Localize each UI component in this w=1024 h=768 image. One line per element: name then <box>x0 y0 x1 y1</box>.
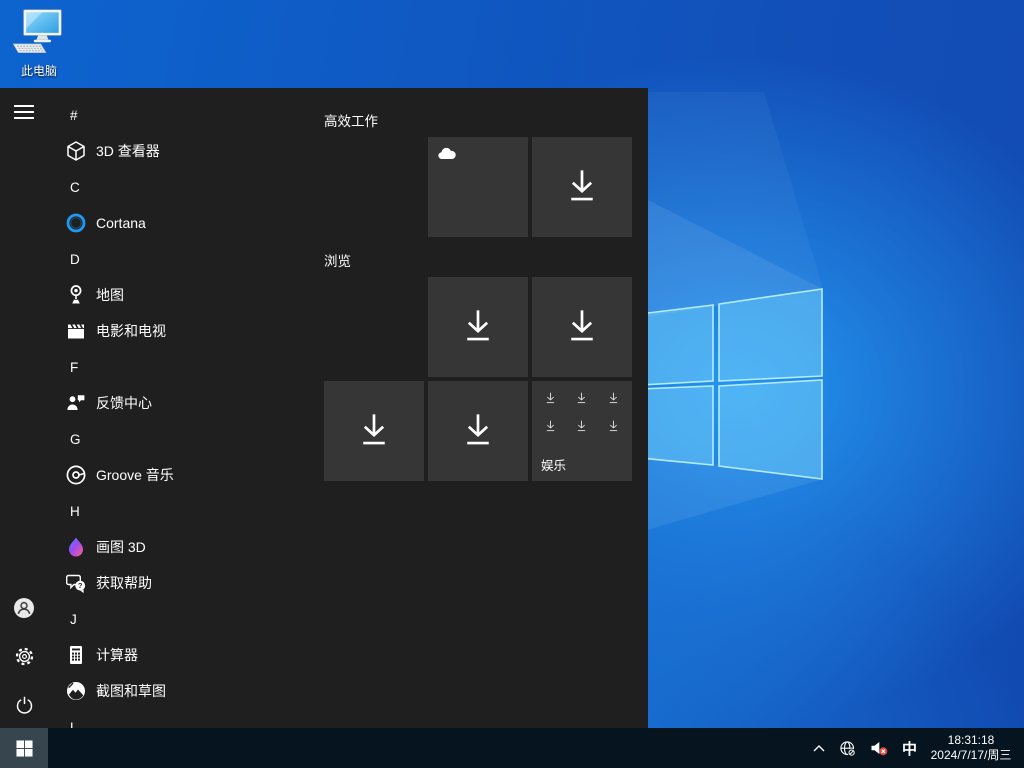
section-letter-c[interactable]: C <box>48 169 324 205</box>
tile-pending-download-5[interactable] <box>428 381 528 481</box>
chevron-up-icon <box>813 745 825 752</box>
download-icon <box>563 166 601 208</box>
section-letter-g[interactable]: G <box>48 421 324 457</box>
groove-music-icon <box>64 463 88 487</box>
user-account-button[interactable] <box>0 584 48 632</box>
tray-clock[interactable]: 18:31:18 2024/7/17/周三 <box>924 733 1018 763</box>
app-list: # 3D 查看器 C <box>48 97 324 728</box>
start-menu: # 3D 查看器 C <box>0 88 648 728</box>
power-icon <box>14 694 35 715</box>
app-item-maps[interactable]: 地图 <box>48 277 324 313</box>
settings-button[interactable] <box>0 632 48 680</box>
app-item-label: 画图 3D <box>96 537 146 557</box>
tile-onedrive[interactable] <box>428 137 528 237</box>
hamburger-icon <box>14 105 34 119</box>
app-item-label: 获取帮助 <box>96 573 152 593</box>
3d-viewer-icon <box>64 139 88 163</box>
tile-group-label-browse: 浏览 <box>324 250 351 270</box>
folder-tile-grid <box>535 385 629 434</box>
tile-pending-download-3[interactable] <box>532 277 632 377</box>
section-letter-f[interactable]: F <box>48 349 324 385</box>
cortana-icon <box>64 211 88 235</box>
download-icon <box>575 419 588 434</box>
section-letter-j[interactable]: J <box>48 601 324 637</box>
section-letter-h[interactable]: H <box>48 493 324 529</box>
download-icon <box>459 306 497 348</box>
user-avatar-icon <box>12 596 36 620</box>
app-item-label: 反馈中心 <box>96 393 152 413</box>
feedback-hub-icon <box>64 391 88 415</box>
power-button[interactable] <box>0 680 48 728</box>
onedrive-cloud-icon <box>437 146 457 161</box>
movies-tv-icon <box>64 319 88 343</box>
app-item-label: Cortana <box>96 215 146 231</box>
tile-pending-download-4[interactable] <box>324 381 424 481</box>
tile-pending-download-2[interactable] <box>428 277 528 377</box>
app-item-label: 地图 <box>96 285 124 305</box>
tray-clock-date: 2024/7/17/周三 <box>924 748 1018 763</box>
app-item-calculator[interactable]: 计算器 <box>48 637 324 673</box>
snip-sketch-icon <box>64 679 88 703</box>
app-item-label: 截图和草图 <box>96 681 166 701</box>
app-item-movies-tv[interactable]: 电影和电视 <box>48 313 324 349</box>
start-menu-rail <box>0 88 48 728</box>
tile-area: 高效工作 浏览 <box>324 88 648 728</box>
app-item-cortana[interactable]: Cortana <box>48 205 324 241</box>
section-letter-d[interactable]: D <box>48 241 324 277</box>
tile-group-label-productivity: 高效工作 <box>324 110 378 130</box>
tray-volume-muted-button[interactable] <box>863 728 895 768</box>
tile-folder-entertainment[interactable]: 娱乐 <box>532 381 632 481</box>
gear-icon <box>14 646 35 667</box>
tray-ime-indicator[interactable]: 中 <box>895 728 924 768</box>
desktop-icon-label: 此电脑 <box>8 62 70 79</box>
taskbar: 中 18:31:18 2024/7/17/周三 <box>0 728 1024 768</box>
tray-network-button[interactable] <box>832 728 863 768</box>
app-item-paint-3d[interactable]: 画图 3D <box>48 529 324 565</box>
hamburger-button[interactable] <box>0 92 48 132</box>
this-pc-icon <box>11 8 67 56</box>
download-icon <box>544 419 557 434</box>
start-button[interactable] <box>0 728 48 768</box>
calculator-icon <box>64 643 88 667</box>
app-item-snip-sketch[interactable]: 截图和草图 <box>48 673 324 709</box>
download-icon <box>575 391 588 406</box>
download-icon <box>355 410 393 452</box>
app-item-3d-viewer[interactable]: 3D 查看器 <box>48 133 324 169</box>
app-item-feedback-hub[interactable]: 反馈中心 <box>48 385 324 421</box>
download-icon <box>563 306 601 348</box>
svg-text:?: ? <box>78 581 83 590</box>
section-letter-hash[interactable]: # <box>48 97 324 133</box>
app-item-groove-music[interactable]: Groove 音乐 <box>48 457 324 493</box>
download-icon <box>607 419 620 434</box>
desktop-icon-this-pc[interactable]: 此电脑 <box>8 8 70 79</box>
maps-icon <box>64 283 88 307</box>
tray-show-hidden-icons-button[interactable] <box>806 728 832 768</box>
network-globe-no-internet-icon <box>839 740 856 757</box>
speaker-muted-icon <box>870 740 888 756</box>
tile-pending-download-1[interactable] <box>532 137 632 237</box>
download-icon <box>459 410 497 452</box>
app-item-label: Groove 音乐 <box>96 465 174 485</box>
get-help-icon: ? <box>64 571 88 595</box>
folder-tile-label: 娱乐 <box>541 455 566 474</box>
tray-clock-time: 18:31:18 <box>924 733 1018 748</box>
download-icon <box>544 391 557 406</box>
app-item-label: 3D 查看器 <box>96 141 160 161</box>
app-item-label: 电影和电视 <box>96 321 166 341</box>
windows-logo-icon <box>16 740 33 757</box>
screen: 此电脑 <box>0 0 1024 768</box>
download-icon <box>607 391 620 406</box>
system-tray: 中 18:31:18 2024/7/17/周三 <box>806 728 1024 768</box>
app-item-get-help[interactable]: ? 获取帮助 <box>48 565 324 601</box>
paint-3d-icon <box>64 535 88 559</box>
section-letter-l[interactable]: L <box>48 709 324 728</box>
app-item-label: 计算器 <box>96 645 138 665</box>
